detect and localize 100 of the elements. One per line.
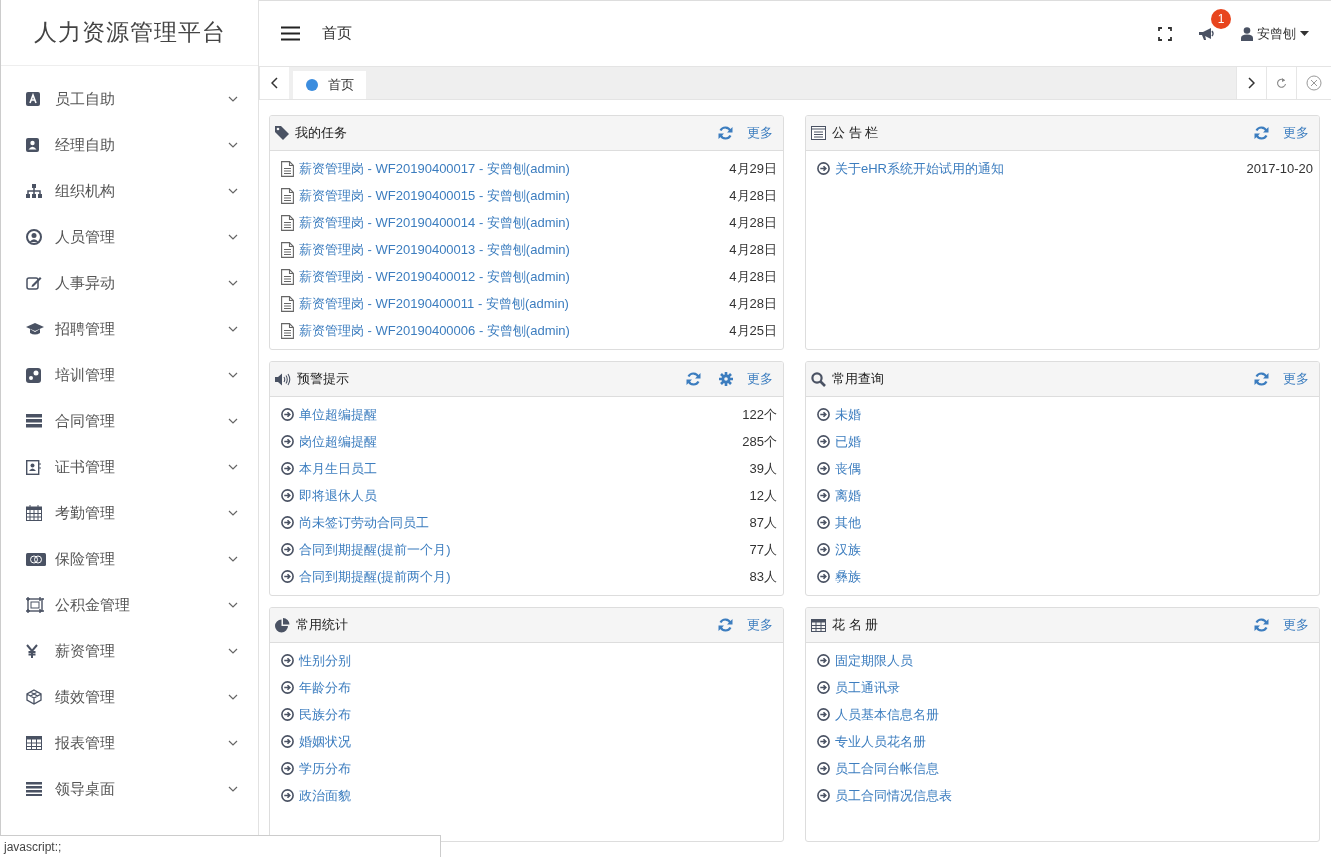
edit-icon bbox=[26, 276, 42, 290]
chevron-down-icon bbox=[228, 694, 238, 700]
list-link[interactable]: 其他 bbox=[835, 513, 1313, 532]
pie-chart-icon bbox=[275, 617, 290, 633]
menu-item[interactable]: 员工自助 bbox=[1, 76, 258, 122]
settings-icon[interactable] bbox=[719, 372, 733, 386]
list-link[interactable]: 合同到期提醒(提前一个月) bbox=[299, 540, 745, 559]
refresh-button[interactable] bbox=[1266, 67, 1296, 99]
refresh-icon[interactable] bbox=[1254, 372, 1269, 386]
menu-item[interactable]: 领导桌面 bbox=[1, 766, 258, 812]
megaphone-icon[interactable] bbox=[1198, 26, 1215, 41]
arrow-circle-icon bbox=[281, 735, 294, 748]
arrow-circle-icon bbox=[281, 516, 294, 529]
refresh-icon[interactable] bbox=[1254, 618, 1269, 632]
more-link[interactable]: 更多 bbox=[747, 370, 773, 388]
close-all-button[interactable] bbox=[1296, 67, 1331, 99]
list-link[interactable]: 学历分布 bbox=[299, 759, 777, 778]
menu-item[interactable]: 报表管理 bbox=[1, 720, 258, 766]
user-menu[interactable]: 安曾刨 bbox=[1241, 24, 1309, 43]
scroll-right-button[interactable] bbox=[1236, 67, 1266, 99]
list-link[interactable]: 人员基本信息名册 bbox=[835, 705, 1313, 724]
refresh-icon[interactable] bbox=[718, 126, 733, 140]
arrow-circle-icon bbox=[817, 654, 830, 667]
more-link[interactable]: 更多 bbox=[1283, 616, 1309, 634]
menu-item[interactable]: 组织机构 bbox=[1, 168, 258, 214]
list-link[interactable]: 单位超编提醒 bbox=[299, 405, 738, 424]
menu-item[interactable]: 薪资管理 bbox=[1, 628, 258, 674]
list-link[interactable]: 未婚 bbox=[835, 405, 1313, 424]
list-link[interactable]: 员工合同情况信息表 bbox=[835, 786, 1313, 805]
document-icon bbox=[281, 295, 294, 312]
more-link[interactable]: 更多 bbox=[1283, 370, 1309, 388]
list-link[interactable]: 离婚 bbox=[835, 486, 1313, 505]
menu-item[interactable]: 人员管理 bbox=[1, 214, 258, 260]
item-value: 4月28日 bbox=[729, 186, 777, 205]
menu-icon[interactable] bbox=[281, 26, 300, 41]
list-link[interactable]: 薪资管理岗 - WF20190400006 - 安曾刨(admin) bbox=[299, 321, 725, 340]
list-link[interactable]: 已婚 bbox=[835, 432, 1313, 451]
list-link[interactable]: 固定期限人员 bbox=[835, 651, 1313, 670]
menu-item[interactable]: 绩效管理 bbox=[1, 674, 258, 720]
list-link[interactable]: 即将退休人员 bbox=[299, 486, 745, 505]
list-link[interactable]: 员工合同台帐信息 bbox=[835, 759, 1313, 778]
list-link[interactable]: 本月生日员工 bbox=[299, 459, 745, 478]
list-link[interactable]: 民族分布 bbox=[299, 705, 777, 724]
panel-title: 花 名 册 bbox=[832, 616, 880, 634]
fullscreen-icon[interactable] bbox=[1158, 26, 1172, 41]
list-link[interactable]: 薪资管理岗 - WF20190400015 - 安曾刨(admin) bbox=[299, 186, 725, 205]
list-link[interactable]: 政治面貌 bbox=[299, 786, 777, 805]
arrow-circle-icon bbox=[281, 435, 294, 448]
graduation-cap-icon bbox=[26, 322, 44, 336]
arrow-circle-icon bbox=[817, 462, 830, 475]
arrow-circle-icon bbox=[817, 162, 830, 175]
list-link[interactable]: 年龄分布 bbox=[299, 678, 777, 697]
tab[interactable]: 首页 bbox=[293, 71, 366, 99]
more-link[interactable]: 更多 bbox=[747, 616, 773, 634]
list-link[interactable]: 薪资管理岗 - WF20190400014 - 安曾刨(admin) bbox=[299, 213, 725, 232]
letter-card-icon bbox=[26, 92, 40, 106]
table-icon bbox=[26, 736, 42, 750]
menu-item[interactable]: 经理自助 bbox=[1, 122, 258, 168]
list-link[interactable]: 丧偶 bbox=[835, 459, 1313, 478]
list-link[interactable]: 岗位超编提醒 bbox=[299, 432, 738, 451]
document-icon bbox=[281, 214, 294, 231]
list-link[interactable]: 婚姻状况 bbox=[299, 732, 777, 751]
tag-icon bbox=[275, 126, 289, 140]
scroll-left-button[interactable] bbox=[259, 67, 289, 99]
refresh-icon[interactable] bbox=[686, 372, 701, 386]
menu-item[interactable]: 合同管理 bbox=[1, 398, 258, 444]
refresh-icon[interactable] bbox=[1254, 126, 1269, 140]
more-link[interactable]: 更多 bbox=[747, 124, 773, 142]
list-link[interactable]: 薪资管理岗 - WF20190400011 - 安曾刨(admin) bbox=[299, 294, 725, 313]
menu-item[interactable]: 人事异动 bbox=[1, 260, 258, 306]
user-circle-icon bbox=[26, 229, 42, 245]
arrow-circle-icon bbox=[281, 681, 294, 694]
item-value: 4月28日 bbox=[729, 294, 777, 313]
menu-item[interactable]: 招聘管理 bbox=[1, 306, 258, 352]
list-link[interactable]: 薪资管理岗 - WF20190400012 - 安曾刨(admin) bbox=[299, 267, 725, 286]
menu-item[interactable]: 证书管理 bbox=[1, 444, 258, 490]
list-link[interactable]: 性别分别 bbox=[299, 651, 777, 670]
arrow-circle-icon bbox=[281, 708, 294, 721]
item-value: 4月28日 bbox=[729, 240, 777, 259]
menu-item[interactable]: 培训管理 bbox=[1, 352, 258, 398]
refresh-icon[interactable] bbox=[718, 618, 733, 632]
document-icon bbox=[281, 268, 294, 285]
list-link[interactable]: 彝族 bbox=[835, 567, 1313, 586]
list-link[interactable]: 薪资管理岗 - WF20190400013 - 安曾刨(admin) bbox=[299, 240, 725, 259]
list-link[interactable]: 尚未签订劳动合同员工 bbox=[299, 513, 745, 532]
list-link[interactable]: 关于eHR系统开始试用的通知 bbox=[835, 159, 1242, 178]
list-link[interactable]: 合同到期提醒(提前两个月) bbox=[299, 567, 745, 586]
arrow-circle-icon bbox=[281, 543, 294, 556]
list-link[interactable]: 专业人员花名册 bbox=[835, 732, 1313, 751]
more-link[interactable]: 更多 bbox=[1283, 124, 1309, 142]
menu-item[interactable]: 公积金管理 bbox=[1, 582, 258, 628]
arrow-circle-icon bbox=[281, 762, 294, 775]
list-link[interactable]: 员工通讯录 bbox=[835, 678, 1313, 697]
menu-item[interactable]: 保险管理 bbox=[1, 536, 258, 582]
chevron-down-icon bbox=[228, 372, 238, 378]
list-link[interactable]: 薪资管理岗 - WF20190400017 - 安曾刨(admin) bbox=[299, 159, 725, 178]
contact-card-icon bbox=[26, 138, 40, 152]
close-icon bbox=[1306, 75, 1322, 91]
list-link[interactable]: 汉族 bbox=[835, 540, 1313, 559]
menu-item[interactable]: 考勤管理 bbox=[1, 490, 258, 536]
